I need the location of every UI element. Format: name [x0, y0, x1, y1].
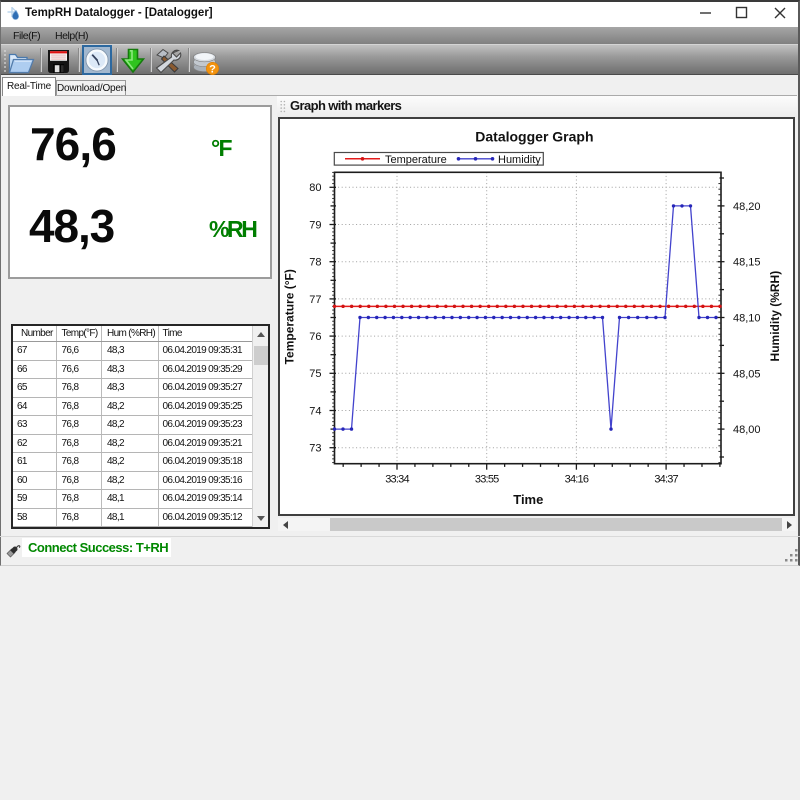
svg-text:Humidity: Humidity [498, 154, 541, 166]
svg-text:33:55: 33:55 [475, 474, 499, 486]
svg-text:79: 79 [309, 219, 321, 231]
svg-text:78: 78 [309, 257, 321, 269]
svg-text:48,00: 48,00 [733, 424, 761, 436]
svg-text:48,20: 48,20 [733, 201, 761, 213]
svg-text:80: 80 [309, 182, 321, 194]
svg-text:34:37: 34:37 [654, 474, 678, 486]
svg-text:76: 76 [309, 331, 321, 343]
svg-text:73: 73 [309, 443, 321, 455]
svg-text:34:16: 34:16 [565, 474, 589, 486]
svg-text:48,10: 48,10 [733, 313, 761, 325]
svg-text:48,15: 48,15 [733, 257, 761, 269]
svg-text:Humidity (%RH): Humidity (%RH) [768, 271, 782, 362]
svg-text:77: 77 [309, 294, 321, 306]
svg-text:?: ? [209, 64, 216, 76]
svg-text:75: 75 [309, 368, 321, 380]
svg-text:Temperature: Temperature [385, 154, 447, 166]
svg-text:Temperature (°F): Temperature (°F) [283, 269, 297, 364]
svg-text:Datalogger Graph: Datalogger Graph [475, 129, 593, 145]
svg-text:Time: Time [513, 492, 543, 507]
svg-text:74: 74 [309, 405, 321, 417]
svg-text:33:34: 33:34 [385, 474, 409, 486]
svg-text:48,05: 48,05 [733, 368, 761, 380]
